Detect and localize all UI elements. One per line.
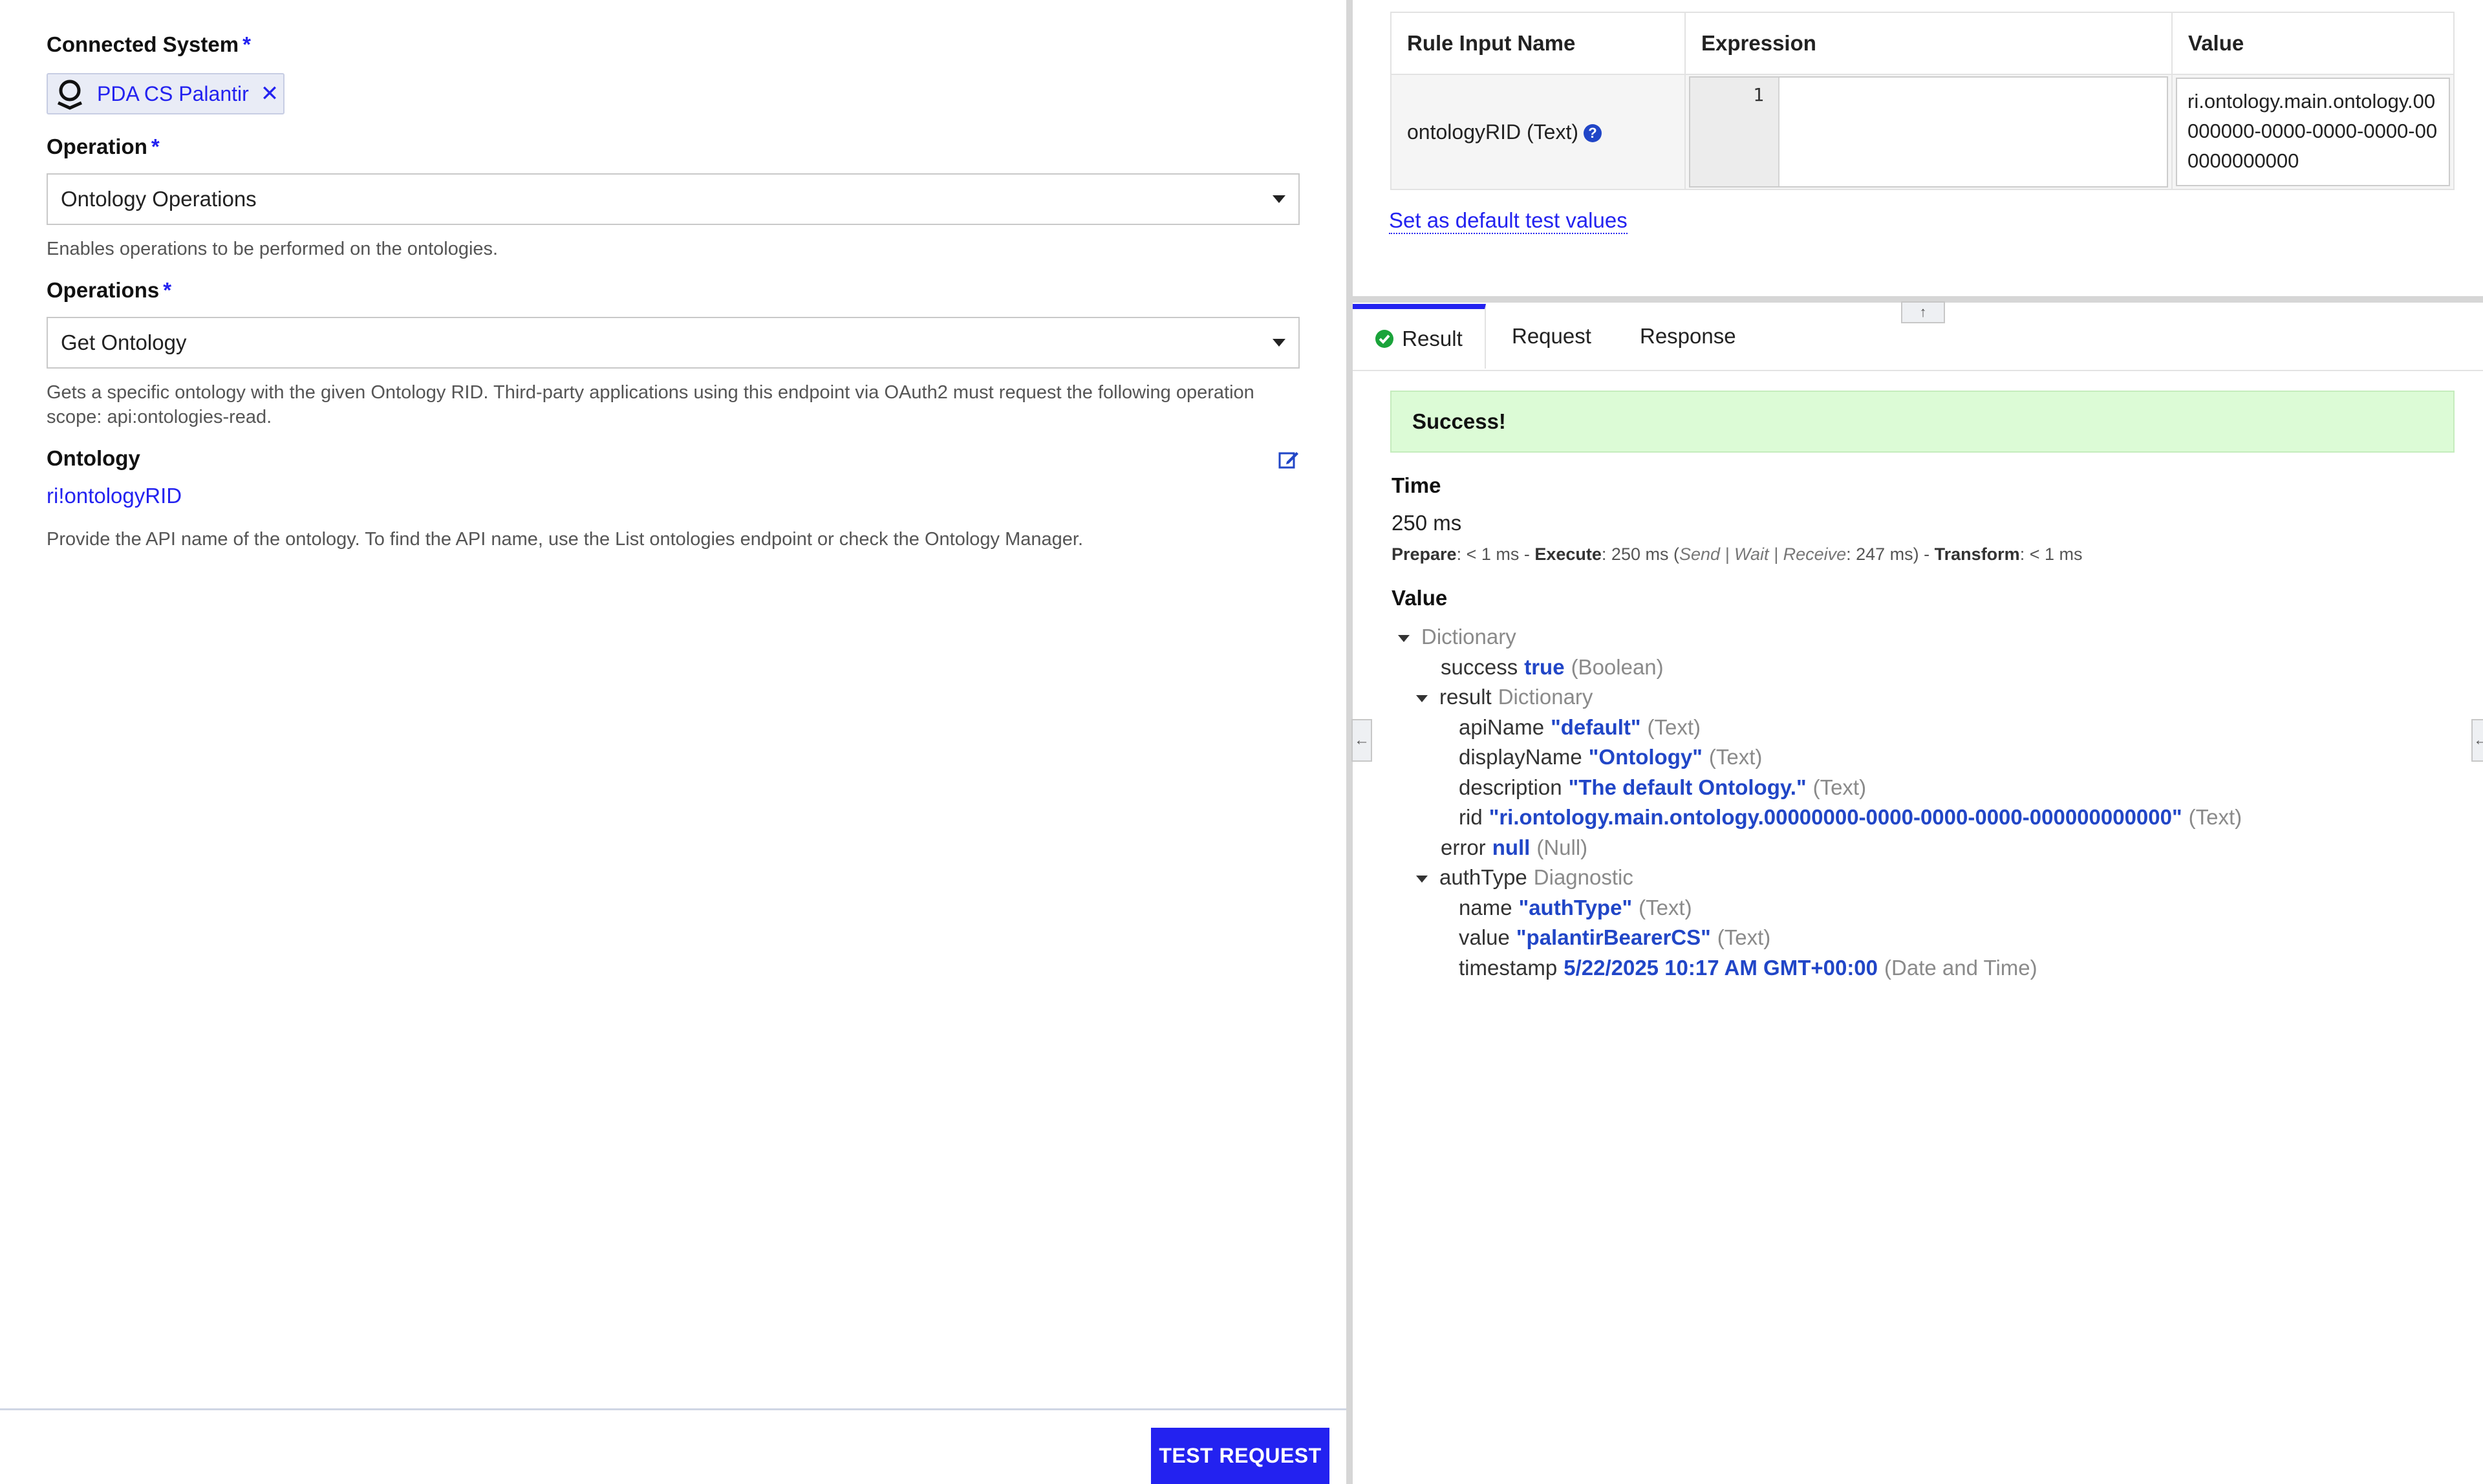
- operation-selected-value: Ontology Operations: [61, 187, 257, 211]
- value-title: Value: [1392, 586, 1448, 610]
- timing-breakdown: Prepare: < 1 ms - Execute: 250 ms (Send …: [1392, 544, 2083, 564]
- rule-input-name: ontologyRID (Text): [1407, 120, 1578, 144]
- ontology-expression-link[interactable]: ri!ontologyRID: [47, 484, 182, 508]
- expression-editor[interactable]: 1: [1689, 76, 2168, 188]
- expression-cell: 1: [1684, 74, 2173, 190]
- tree-row-value: value "palantirBearerCS" (Text): [1459, 925, 1771, 949]
- time-title: Time: [1392, 473, 1441, 497]
- chevron-down-icon: [1273, 195, 1285, 203]
- tab-result[interactable]: Result: [1353, 304, 1486, 369]
- rule-inputs-table: Rule Input Name Expression Value ontolog…: [1390, 12, 2455, 190]
- set-default-test-values-link[interactable]: Set as default test values: [1389, 208, 1628, 234]
- connected-system-chip[interactable]: PDA CS Palantir ✕: [47, 73, 285, 114]
- tree-row-description: description "The default Ontology." (Text): [1459, 775, 1867, 799]
- value-input[interactable]: ri.ontology.main.ontology.00000000-0000-…: [2176, 78, 2450, 186]
- tab-request[interactable]: Request: [1512, 304, 1591, 369]
- operations-dropdown[interactable]: Get Ontology: [47, 317, 1300, 369]
- operation-dropdown[interactable]: Ontology Operations: [47, 173, 1300, 225]
- connected-system-name: PDA CS Palantir: [97, 81, 249, 105]
- expression-input[interactable]: [1779, 78, 2167, 186]
- value-cell: ri.ontology.main.ontology.00000000-0000-…: [2171, 74, 2455, 190]
- operations-selected-value: Get Ontology: [61, 330, 187, 354]
- tree-row-apiName: apiName "default" (Text): [1459, 715, 1701, 739]
- ontology-label: Ontology: [47, 446, 140, 470]
- tree-row-authType[interactable]: authType Diagnostic: [1392, 863, 2242, 893]
- line-number: 1: [1690, 78, 1779, 186]
- chevron-down-icon[interactable]: [1398, 634, 1410, 642]
- tree-row-rid: rid "ri.ontology.main.ontology.00000000-0…: [1459, 805, 2242, 829]
- palantir-logo-icon: [57, 80, 83, 110]
- tree-row-result[interactable]: result Dictionary: [1392, 682, 2242, 713]
- header-expression: Expression: [1684, 12, 2173, 75]
- tab-result-label: Result: [1402, 327, 1463, 350]
- tree-row-error: error null (Null): [1441, 835, 1588, 859]
- edit-icon[interactable]: [1278, 449, 1300, 471]
- config-pane: Connected System * PDA CS Palantir ✕ Oper…: [0, 0, 1346, 1484]
- footer-divider: [0, 1408, 1346, 1410]
- operations-label: Operations *: [47, 278, 172, 302]
- help-icon[interactable]: ?: [1583, 124, 1602, 143]
- success-banner: Success!: [1390, 391, 2455, 453]
- collapse-left-icon[interactable]: ←: [1351, 719, 1372, 762]
- tree-row-success: success true (Boolean): [1441, 654, 1664, 679]
- expand-right-icon[interactable]: ←: [2471, 719, 2483, 762]
- header-value: Value: [2171, 12, 2455, 75]
- operation-label: Operation *: [47, 134, 160, 158]
- table-row: ontologyRID (Text)? 1 ri.ontology.main.o…: [1390, 74, 2455, 190]
- chevron-down-icon[interactable]: [1416, 875, 1428, 883]
- header-rule-input-name: Rule Input Name: [1390, 12, 1686, 75]
- result-tree: Dictionary success true (Boolean) result Di…: [1392, 622, 2242, 983]
- tree-row-name: name "authType" (Text): [1459, 895, 1692, 919]
- tree-row-displayName: displayName "Ontology" (Text): [1459, 745, 1763, 769]
- test-request-button[interactable]: TEST REQUEST: [1151, 1428, 1329, 1484]
- check-circle-icon: [1375, 330, 1394, 348]
- collapse-up-icon[interactable]: ↑: [1901, 301, 1945, 323]
- chevron-down-icon[interactable]: [1416, 694, 1428, 702]
- tree-row-timestamp: timestamp 5/22/2025 10:17 AM GMT+00:00 (Da…: [1459, 955, 2037, 980]
- remove-icon[interactable]: ✕: [261, 81, 279, 107]
- ontology-help-text: Provide the API name of the ontology. To…: [47, 529, 1084, 550]
- chevron-down-icon: [1273, 339, 1285, 347]
- time-value: 250 ms: [1392, 511, 1462, 535]
- tree-row-root[interactable]: Dictionary: [1392, 622, 2242, 652]
- operations-help-text: Gets a specific ontology with the given …: [47, 382, 1254, 427]
- tab-response[interactable]: Response: [1640, 304, 1736, 369]
- operation-help-text: Enables operations to be performed on th…: [47, 239, 499, 259]
- rule-input-name-cell: ontologyRID (Text)?: [1390, 74, 1686, 190]
- connected-system-label: Connected System *: [47, 32, 251, 56]
